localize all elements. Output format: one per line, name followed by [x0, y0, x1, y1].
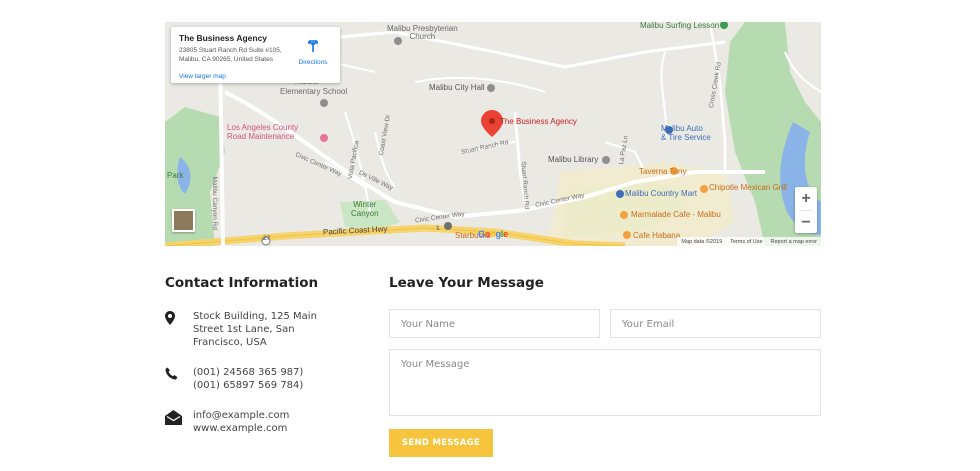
- contact-email-row: info@example.com www.example.com: [165, 409, 289, 435]
- map-pin-icon: [165, 310, 193, 349]
- contact-phone-row: (001) 24568 365 987) (001) 65897 569 784…: [165, 366, 303, 392]
- directions-icon: [308, 40, 318, 52]
- view-larger-map-link[interactable]: View larger map: [179, 73, 226, 80]
- zoom-control: + −: [795, 187, 817, 233]
- website-link[interactable]: www.example.com: [193, 422, 289, 435]
- directions-button[interactable]: Directions: [296, 39, 330, 66]
- address-line-3: Francisco, USA: [193, 337, 267, 348]
- label-park: Park: [167, 171, 184, 180]
- label-country-mart: Malibu Country Mart: [625, 189, 698, 198]
- envelope-open-icon: [165, 409, 193, 435]
- label-malibu-canyon-rd: Malibu Canyon Rd: [210, 176, 218, 230]
- map-info-card: The Business Agency 23805 Stuart Ranch R…: [171, 27, 340, 83]
- address-line-1: Stock Building, 125 Main: [193, 311, 317, 322]
- label-road-1: 1: [436, 225, 440, 232]
- google-logo: Google: [478, 229, 508, 239]
- message-form-title: Leave Your Message: [389, 275, 544, 291]
- label-la-county: Los Angeles County Road Maintenance: [227, 123, 299, 141]
- embedded-map[interactable]: Malibu Presbyterian Church Malibu Surfin…: [165, 22, 821, 246]
- label-church: Malibu Presbyterian Church: [387, 24, 458, 41]
- zoom-in-button[interactable]: +: [795, 187, 817, 210]
- contact-info-title: Contact Information: [165, 275, 319, 291]
- label-business-pin: The Business Agency: [500, 117, 577, 126]
- zoom-out-button[interactable]: −: [795, 211, 817, 234]
- label-surfing: Malibu Surfing Lesson: [640, 22, 720, 30]
- name-input[interactable]: Your Name: [389, 309, 600, 338]
- map-attribution-bar: Map data ©2019 Terms of Use Report a map…: [677, 237, 821, 246]
- report-error-link[interactable]: Report a map error: [771, 239, 817, 245]
- label-library: Malibu Library: [548, 155, 599, 164]
- phone-icon: [165, 366, 193, 392]
- label-cafe-habana: Cafe Habana: [633, 231, 681, 240]
- directions-label: Directions: [298, 59, 328, 66]
- message-textarea-placeholder: Your Message: [401, 359, 470, 370]
- email-link[interactable]: info@example.com: [193, 409, 289, 422]
- email-input-placeholder: Your Email: [622, 319, 675, 330]
- address-line-2: Street 1st Lane, San: [193, 324, 295, 335]
- send-message-button[interactable]: SEND MESSAGE: [389, 429, 493, 457]
- label-chipotle: Chipotle Mexican Grill: [709, 183, 787, 192]
- label-elementary: Elementary School: [280, 87, 348, 96]
- label-road-27: 27: [263, 235, 271, 242]
- email-input[interactable]: Your Email: [610, 309, 821, 338]
- terms-link[interactable]: Terms of Use: [730, 239, 762, 245]
- label-auto: Malibu Auto & Tire Service: [661, 124, 711, 142]
- map-data-text: Map data ©2019: [681, 238, 723, 245]
- info-card-address: 23805 Stuart Ranch Rd Suite #105, Malibu…: [179, 47, 282, 63]
- satellite-toggle[interactable]: [172, 209, 195, 232]
- contact-address-row: Stock Building, 125 Main Street 1st Lane…: [165, 310, 317, 349]
- phone-line-1: (001) 24568 365 987): [193, 367, 304, 378]
- phone-line-2: (001) 65897 569 784): [193, 380, 304, 391]
- label-taverna: Taverna Tony: [639, 167, 687, 176]
- message-textarea[interactable]: Your Message: [389, 349, 821, 416]
- label-city-hall: Malibu City Hall: [429, 83, 485, 92]
- label-winter-canyon: Winter Canyon: [351, 200, 379, 218]
- label-marmalade: Marmalade Cafe - Malibu: [631, 210, 721, 219]
- name-input-placeholder: Your Name: [401, 319, 456, 330]
